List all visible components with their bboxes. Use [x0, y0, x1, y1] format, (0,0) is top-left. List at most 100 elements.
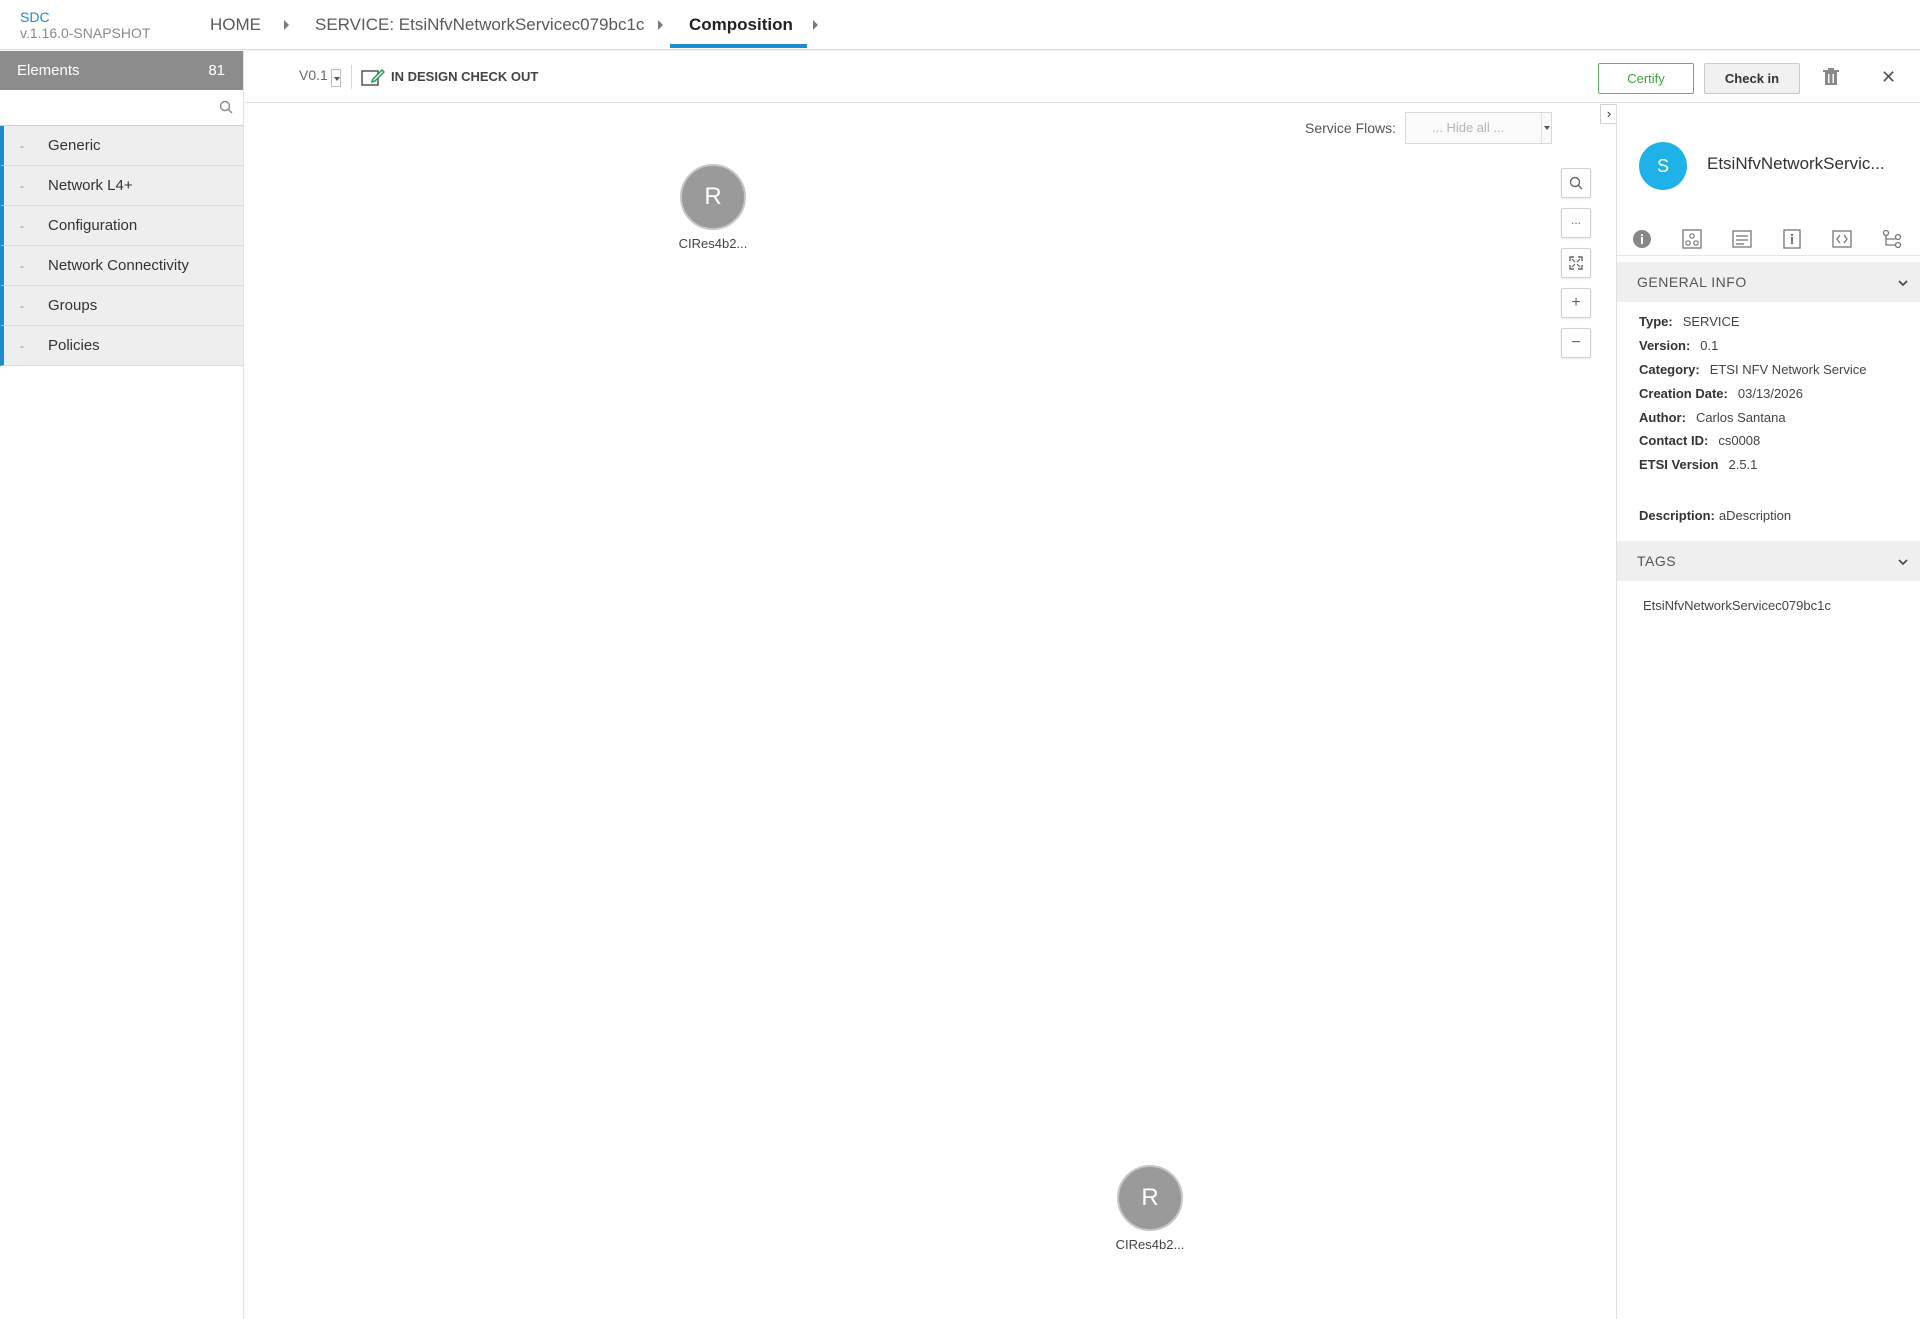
info-key: Author:	[1639, 410, 1686, 425]
elements-title: Elements	[17, 62, 80, 79]
general-info-header[interactable]: GENERAL INFO	[1617, 262, 1920, 302]
tags-title: TAGS	[1637, 553, 1677, 569]
info-key: Category:	[1639, 362, 1700, 377]
tags-header[interactable]: TAGS	[1617, 541, 1920, 581]
info-key: Creation Date:	[1639, 386, 1728, 401]
composition-canvas[interactable]: Service Flows: ... Hide all ... ... + − …	[245, 104, 1616, 1319]
general-info-title: GENERAL INFO	[1637, 274, 1747, 290]
zoom-out-icon[interactable]: −	[1561, 328, 1591, 358]
zoom-in-icon[interactable]: +	[1561, 288, 1591, 318]
canvas-node[interactable]: R CIRes4b2...	[1105, 1165, 1195, 1252]
info-value: SERVICE	[1682, 314, 1740, 329]
category-label: Configuration	[48, 217, 138, 234]
info-value: cs0008	[1718, 433, 1761, 448]
breadcrumb-composition[interactable]: Composition	[689, 0, 793, 50]
service-flows-value: ... Hide all ...	[1432, 120, 1505, 135]
search-icon[interactable]	[219, 100, 233, 119]
brand-name: SDC	[20, 9, 50, 25]
lifecycle-status: IN DESIGN CHECK OUT	[391, 69, 539, 84]
canvas-node[interactable]: R CIRes4b2...	[668, 164, 758, 251]
brand-version: v.1.16.0-SNAPSHOT	[20, 25, 151, 41]
brand[interactable]: SDC v.1.16.0-SNAPSHOT	[20, 9, 150, 41]
info-contact-id: Contact ID: cs0008	[1639, 433, 1760, 448]
version-selector[interactable]: V0.1	[299, 67, 328, 83]
collapse-dash-icon: -	[20, 299, 24, 313]
info-version: Version: 0.1	[1639, 338, 1718, 353]
chevron-down-icon	[1541, 113, 1551, 143]
chevron-down-icon	[1897, 262, 1909, 302]
search-icon[interactable]	[1561, 168, 1591, 198]
collapse-dash-icon: -	[20, 339, 24, 353]
category-label: Policies	[48, 337, 100, 354]
category-network-l4[interactable]: - Network L4+	[0, 166, 243, 206]
chevron-down-icon[interactable]	[331, 69, 341, 87]
details-icon[interactable]	[1767, 222, 1817, 256]
node-label: CIRes4b2...	[1115, 1237, 1185, 1252]
info-key: Version:	[1639, 338, 1691, 353]
category-label: Groups	[48, 297, 98, 314]
elements-palette: Elements 81 - Generic - Network L4+ - Confi…	[0, 51, 244, 1319]
info-value: Carlos Santana	[1695, 410, 1786, 425]
chevron-down-icon	[1897, 541, 1909, 581]
info-author: Author: Carlos Santana	[1639, 410, 1786, 425]
trash-icon[interactable]	[1823, 68, 1839, 91]
elements-count: 81	[208, 62, 225, 79]
details-panel: S EtsiNfvNetworkServic... GENERAL INFO T…	[1616, 104, 1920, 1319]
collapse-dash-icon: -	[20, 259, 24, 273]
info-value: 03/13/2026	[1737, 386, 1803, 401]
more-options-icon[interactable]: ...	[1561, 208, 1591, 238]
category-configuration[interactable]: - Configuration	[0, 206, 243, 246]
node-icon[interactable]: R	[680, 164, 746, 230]
info-key: Contact ID:	[1639, 433, 1709, 448]
relations-icon[interactable]	[1867, 222, 1917, 256]
info-creation-date: Creation Date: 03/13/2026	[1639, 386, 1803, 401]
chevron-right-icon	[284, 20, 289, 30]
info-value: aDescription	[1718, 508, 1792, 523]
info-key: Description:	[1639, 508, 1715, 523]
details-tabs	[1617, 222, 1920, 256]
chevron-right-icon	[813, 20, 818, 30]
info-category: Category: ETSI NFV Network Service	[1639, 362, 1866, 377]
service-title: EtsiNfvNetworkServic...	[1707, 154, 1885, 173]
category-network-connectivity[interactable]: - Network Connectivity	[0, 246, 243, 286]
service-flows-select[interactable]: ... Hide all ...	[1405, 112, 1552, 144]
category-groups[interactable]: - Groups	[0, 286, 243, 326]
node-icon[interactable]: R	[1117, 1165, 1183, 1231]
category-policies[interactable]: - Policies	[0, 326, 243, 366]
active-tab-indicator	[670, 44, 807, 48]
collapse-dash-icon: -	[20, 219, 24, 233]
toolbar-divider	[351, 65, 352, 89]
fit-to-screen-icon[interactable]	[1561, 248, 1591, 278]
info-key: ETSI Version	[1639, 457, 1719, 472]
composition-icon[interactable]	[1667, 222, 1717, 256]
collapse-dash-icon: -	[20, 179, 24, 193]
info-etsi-version: ETSI Version 2.5.1	[1639, 457, 1757, 472]
service-avatar: S	[1639, 142, 1687, 190]
category-label: Generic	[48, 137, 101, 154]
checkout-edit-icon	[361, 67, 386, 92]
elements-search	[0, 90, 243, 126]
artifacts-icon[interactable]	[1717, 222, 1767, 256]
chevron-right-icon	[658, 20, 663, 30]
info-key: Type:	[1639, 314, 1673, 329]
info-description: Description: aDescription	[1639, 508, 1791, 523]
api-icon[interactable]	[1817, 222, 1867, 256]
info-icon[interactable]	[1617, 222, 1667, 256]
info-value: ETSI NFV Network Service	[1709, 362, 1867, 377]
close-icon[interactable]: ✕	[1881, 67, 1896, 88]
breadcrumb-service[interactable]: SERVICE: EtsiNfvNetworkServicec079bc1c	[315, 0, 644, 50]
category-label: Network Connectivity	[48, 257, 189, 274]
checkin-button[interactable]: Check in	[1704, 63, 1800, 94]
collapse-dash-icon: -	[20, 139, 24, 153]
info-value: 0.1	[1700, 338, 1719, 353]
certify-button[interactable]: Certify	[1598, 63, 1694, 94]
elements-search-input[interactable]	[0, 90, 243, 125]
workspace-toolbar: V0.1 IN DESIGN CHECK OUT Certify Check i…	[245, 51, 1920, 103]
tag-item: EtsiNfvNetworkServicec079bc1c	[1643, 598, 1831, 613]
category-generic[interactable]: - Generic	[0, 126, 243, 166]
top-navigation-bar: SDC v.1.16.0-SNAPSHOT HOME SERVICE: Etsi…	[0, 0, 1920, 50]
breadcrumb-home[interactable]: HOME	[210, 0, 261, 50]
info-value: 2.5.1	[1728, 457, 1758, 472]
info-type: Type: SERVICE	[1639, 314, 1740, 329]
elements-header: Elements 81	[0, 51, 243, 90]
